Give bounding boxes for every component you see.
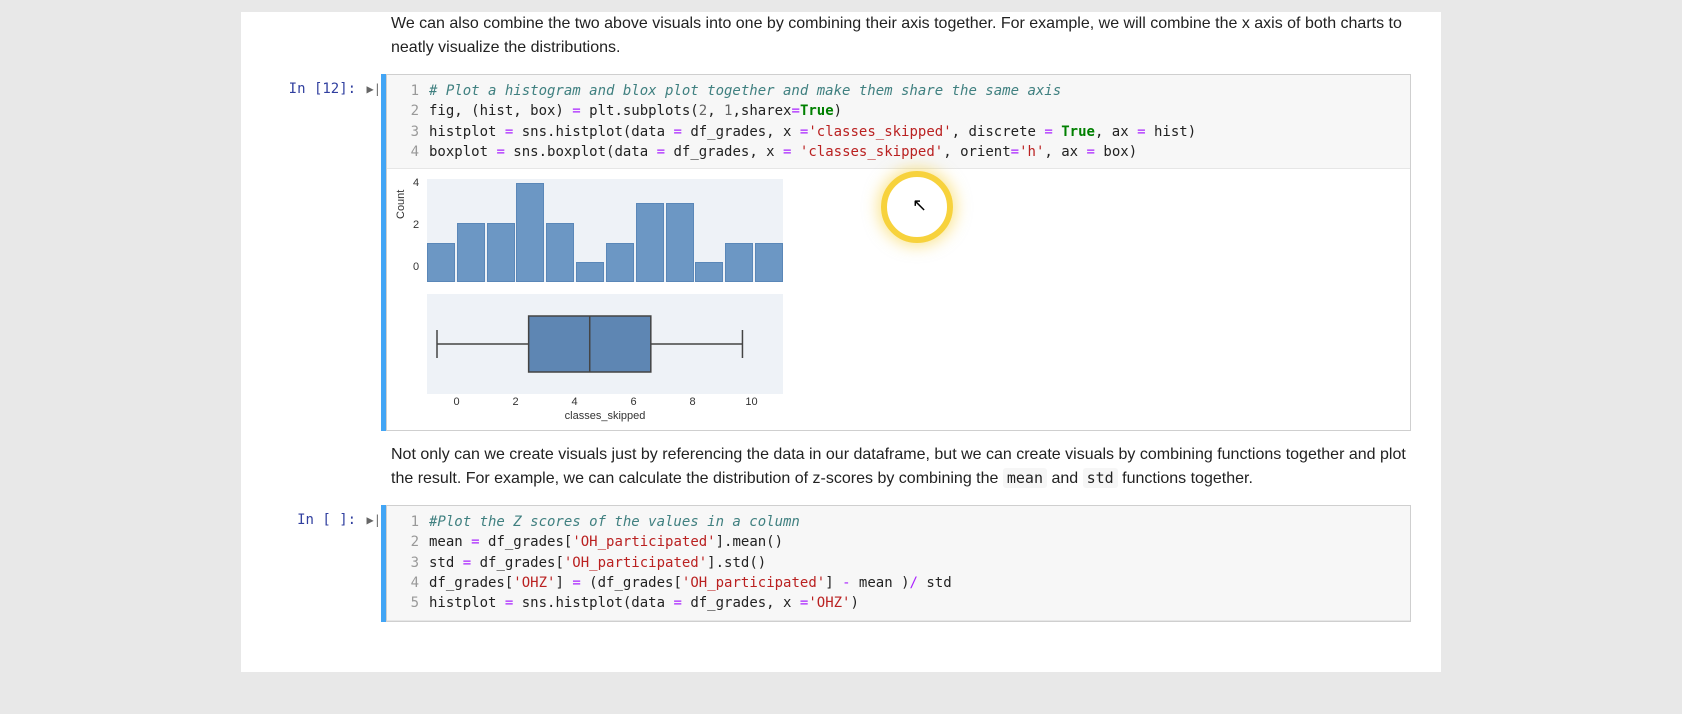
y-tick: 2	[413, 219, 419, 231]
inline-code-mean: mean	[1003, 468, 1047, 488]
histogram-bar	[516, 183, 544, 282]
prompt-label: In [ ]:	[297, 512, 356, 528]
prompt-label: In [12]:	[289, 81, 356, 97]
line-number: 2	[395, 532, 429, 552]
x-ticks: 0 2 4 6 8 10	[427, 396, 783, 408]
histogram-bar	[546, 223, 574, 282]
histogram-bar	[755, 243, 783, 283]
line-number: 1	[395, 81, 429, 101]
inline-code-std: std	[1083, 468, 1118, 488]
highlight-ring-icon	[881, 171, 953, 243]
histogram-bar	[636, 203, 664, 282]
line-number: 1	[395, 512, 429, 532]
histogram-bar	[725, 243, 753, 283]
histogram-bar	[457, 223, 485, 282]
histogram-bar	[427, 243, 455, 283]
cell-body: 1# Plot a histogram and blox plot togeth…	[386, 74, 1411, 431]
line-number: 4	[395, 142, 429, 162]
histogram-bar	[666, 203, 694, 282]
histogram-bar	[487, 223, 515, 282]
line-number: 3	[395, 553, 429, 573]
paragraph-text: We can also combine the two above visual…	[391, 15, 1402, 56]
run-cell-button[interactable]: ▶|	[367, 513, 381, 527]
x-axis-label: classes_skipped	[427, 410, 783, 422]
y-tick: 4	[413, 177, 419, 189]
code-editor[interactable]: 1# Plot a histogram and blox plot togeth…	[387, 75, 1410, 169]
paragraph-text: Not only can we create visuals just by r…	[391, 446, 1406, 487]
line-number: 5	[395, 593, 429, 613]
histogram-plot: Count 4 2 0	[427, 179, 783, 282]
code-cell-1: In [12]: ▶| 1# Plot a histogram and blox…	[271, 74, 1411, 431]
y-tick: 0	[413, 261, 419, 273]
line-number: 3	[395, 122, 429, 142]
box-plot	[427, 294, 783, 394]
code-cell-2: In [ ]: ▶| 1#Plot the Z scores of the va…	[271, 505, 1411, 621]
prompt-column: In [ ]: ▶|	[271, 505, 381, 621]
line-number: 4	[395, 573, 429, 593]
histogram-bar	[606, 243, 634, 283]
line-number: 2	[395, 101, 429, 121]
prompt-column: In [12]: ▶|	[271, 74, 381, 431]
cell-output: Count 4 2 0 0 2 4	[387, 169, 1410, 430]
y-axis-label: Count	[395, 190, 407, 219]
cell-body: 1#Plot the Z scores of the values in a c…	[386, 505, 1411, 621]
boxplot-svg	[427, 294, 783, 394]
plot-figure: Count 4 2 0 0 2 4	[427, 179, 783, 422]
code-editor[interactable]: 1#Plot the Z scores of the values in a c…	[387, 506, 1410, 620]
histogram-bar	[695, 262, 723, 282]
run-cell-button[interactable]: ▶|	[367, 82, 381, 96]
histogram-bar	[576, 262, 604, 282]
cursor-icon: ↖	[912, 195, 927, 216]
markdown-paragraph-2: Not only can we create visuals just by r…	[391, 443, 1411, 491]
markdown-paragraph-1: We can also combine the two above visual…	[391, 12, 1411, 60]
